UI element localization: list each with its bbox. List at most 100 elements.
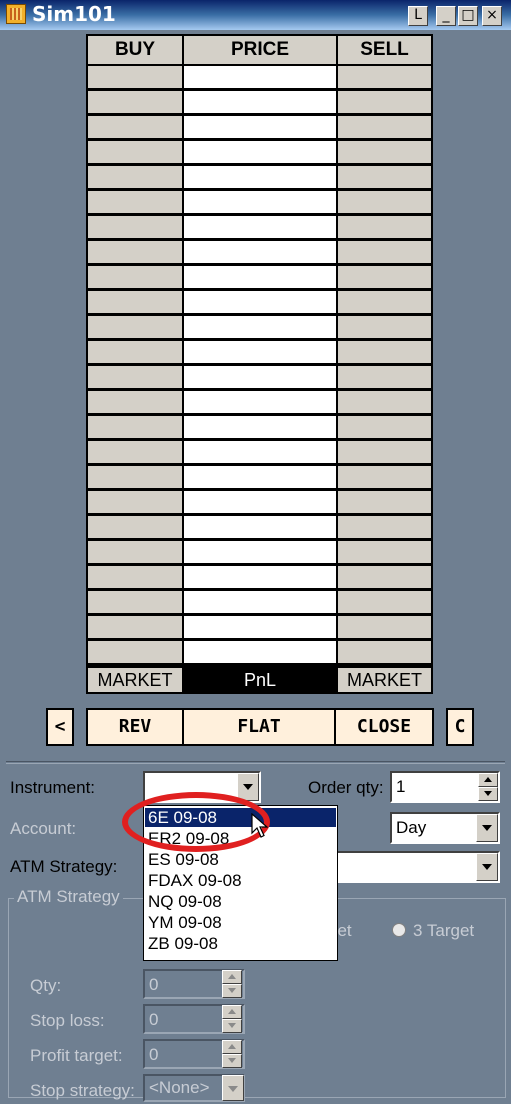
buy-cell[interactable] bbox=[88, 641, 182, 663]
sell-cell[interactable] bbox=[338, 441, 431, 463]
sell-cell[interactable] bbox=[338, 566, 431, 588]
reverse-button[interactable]: REV bbox=[86, 708, 184, 746]
buy-cell[interactable] bbox=[88, 616, 182, 638]
buy-cell[interactable] bbox=[88, 241, 182, 263]
price-cell[interactable] bbox=[184, 191, 336, 213]
sell-cell[interactable] bbox=[338, 516, 431, 538]
stop-loss-stepper[interactable] bbox=[222, 1005, 242, 1033]
price-cell[interactable] bbox=[184, 316, 336, 338]
cancel-orders-button[interactable]: C bbox=[446, 708, 474, 746]
sell-cell[interactable] bbox=[338, 66, 431, 88]
dropdown-item-fdax[interactable]: FDAX 09-08 bbox=[145, 871, 336, 890]
stop-strategy-dropdown-button[interactable] bbox=[222, 1075, 244, 1101]
buy-cell[interactable] bbox=[88, 141, 182, 163]
buy-cell[interactable] bbox=[88, 516, 182, 538]
maximize-button[interactable]: □ bbox=[458, 6, 478, 26]
buy-cell[interactable] bbox=[88, 591, 182, 613]
buy-cell[interactable] bbox=[88, 566, 182, 588]
sell-cell[interactable] bbox=[338, 116, 431, 138]
buy-cell[interactable] bbox=[88, 291, 182, 313]
buy-cell[interactable] bbox=[88, 541, 182, 563]
qty-stepper[interactable] bbox=[222, 970, 242, 998]
instrument-dropdown-button[interactable] bbox=[237, 773, 259, 801]
sell-cell[interactable] bbox=[338, 341, 431, 363]
buy-cell[interactable] bbox=[88, 191, 182, 213]
dropdown-item-zb[interactable]: ZB 09-08 bbox=[145, 934, 336, 953]
sell-cell[interactable] bbox=[338, 466, 431, 488]
price-cell[interactable] bbox=[184, 116, 336, 138]
order-qty-stepper[interactable] bbox=[478, 773, 498, 801]
price-cell[interactable] bbox=[184, 641, 336, 663]
buy-cell[interactable] bbox=[88, 216, 182, 238]
buy-cell[interactable] bbox=[88, 266, 182, 288]
price-cell[interactable] bbox=[184, 66, 336, 88]
price-column-header: PRICE bbox=[184, 36, 336, 64]
price-cell[interactable] bbox=[184, 591, 336, 613]
price-cell[interactable] bbox=[184, 391, 336, 413]
buy-cell[interactable] bbox=[88, 491, 182, 513]
buy-market-button[interactable]: MARKET bbox=[88, 668, 182, 692]
price-cell[interactable] bbox=[184, 91, 336, 113]
sell-cell[interactable] bbox=[338, 541, 431, 563]
sell-cell[interactable] bbox=[338, 141, 431, 163]
left-arrow-button[interactable]: < bbox=[46, 708, 74, 746]
price-cell[interactable] bbox=[184, 541, 336, 563]
price-cell[interactable] bbox=[184, 291, 336, 313]
buy-cell[interactable] bbox=[88, 366, 182, 388]
sell-cell[interactable] bbox=[338, 91, 431, 113]
sell-cell[interactable] bbox=[338, 166, 431, 188]
buy-cell[interactable] bbox=[88, 316, 182, 338]
sell-cell[interactable] bbox=[338, 291, 431, 313]
sell-cell[interactable] bbox=[338, 316, 431, 338]
price-cell[interactable] bbox=[184, 616, 336, 638]
sell-cell[interactable] bbox=[338, 491, 431, 513]
buy-cell[interactable] bbox=[88, 341, 182, 363]
buy-cell[interactable] bbox=[88, 66, 182, 88]
dropdown-item-nq[interactable]: NQ 09-08 bbox=[145, 892, 336, 911]
sell-cell[interactable] bbox=[338, 616, 431, 638]
price-cell[interactable] bbox=[184, 166, 336, 188]
price-cell[interactable] bbox=[184, 216, 336, 238]
sell-cell[interactable] bbox=[338, 641, 431, 663]
sell-cell[interactable] bbox=[338, 266, 431, 288]
price-cell[interactable] bbox=[184, 366, 336, 388]
atm-strategy-dropdown-button[interactable] bbox=[476, 853, 498, 881]
price-cell[interactable] bbox=[184, 266, 336, 288]
sell-cell[interactable] bbox=[338, 216, 431, 238]
profit-target-stepper[interactable] bbox=[222, 1040, 242, 1068]
dropdown-item-es[interactable]: ES 09-08 bbox=[145, 850, 336, 869]
buy-cell[interactable] bbox=[88, 416, 182, 438]
sell-market-button[interactable]: MARKET bbox=[338, 668, 431, 692]
price-cell[interactable] bbox=[184, 341, 336, 363]
buy-cell[interactable] bbox=[88, 466, 182, 488]
sell-cell[interactable] bbox=[338, 241, 431, 263]
sell-cell[interactable] bbox=[338, 366, 431, 388]
sell-cell[interactable] bbox=[338, 416, 431, 438]
link-button[interactable]: L bbox=[408, 6, 428, 26]
buy-cell[interactable] bbox=[88, 441, 182, 463]
price-cell[interactable] bbox=[184, 416, 336, 438]
buy-cell[interactable] bbox=[88, 116, 182, 138]
price-cell[interactable] bbox=[184, 241, 336, 263]
price-cell[interactable] bbox=[184, 491, 336, 513]
close-position-button[interactable]: CLOSE bbox=[334, 708, 434, 746]
three-target-radio[interactable] bbox=[392, 923, 406, 937]
atm-strategy-label: ATM Strategy: bbox=[10, 857, 118, 876]
dropdown-item-ym[interactable]: YM 09-08 bbox=[145, 913, 336, 932]
price-cell[interactable] bbox=[184, 466, 336, 488]
sell-cell[interactable] bbox=[338, 391, 431, 413]
flatten-button[interactable]: FLAT bbox=[182, 708, 336, 746]
time-in-force-dropdown-button[interactable] bbox=[476, 814, 498, 842]
price-cell[interactable] bbox=[184, 566, 336, 588]
sell-cell[interactable] bbox=[338, 591, 431, 613]
price-cell[interactable] bbox=[184, 441, 336, 463]
close-window-button[interactable]: × bbox=[482, 6, 502, 26]
sell-cell[interactable] bbox=[338, 191, 431, 213]
pnl-display[interactable]: PnL bbox=[184, 668, 336, 692]
buy-cell[interactable] bbox=[88, 91, 182, 113]
buy-cell[interactable] bbox=[88, 391, 182, 413]
minimize-button[interactable]: _ bbox=[436, 6, 456, 26]
price-cell[interactable] bbox=[184, 516, 336, 538]
price-cell[interactable] bbox=[184, 141, 336, 163]
buy-cell[interactable] bbox=[88, 166, 182, 188]
